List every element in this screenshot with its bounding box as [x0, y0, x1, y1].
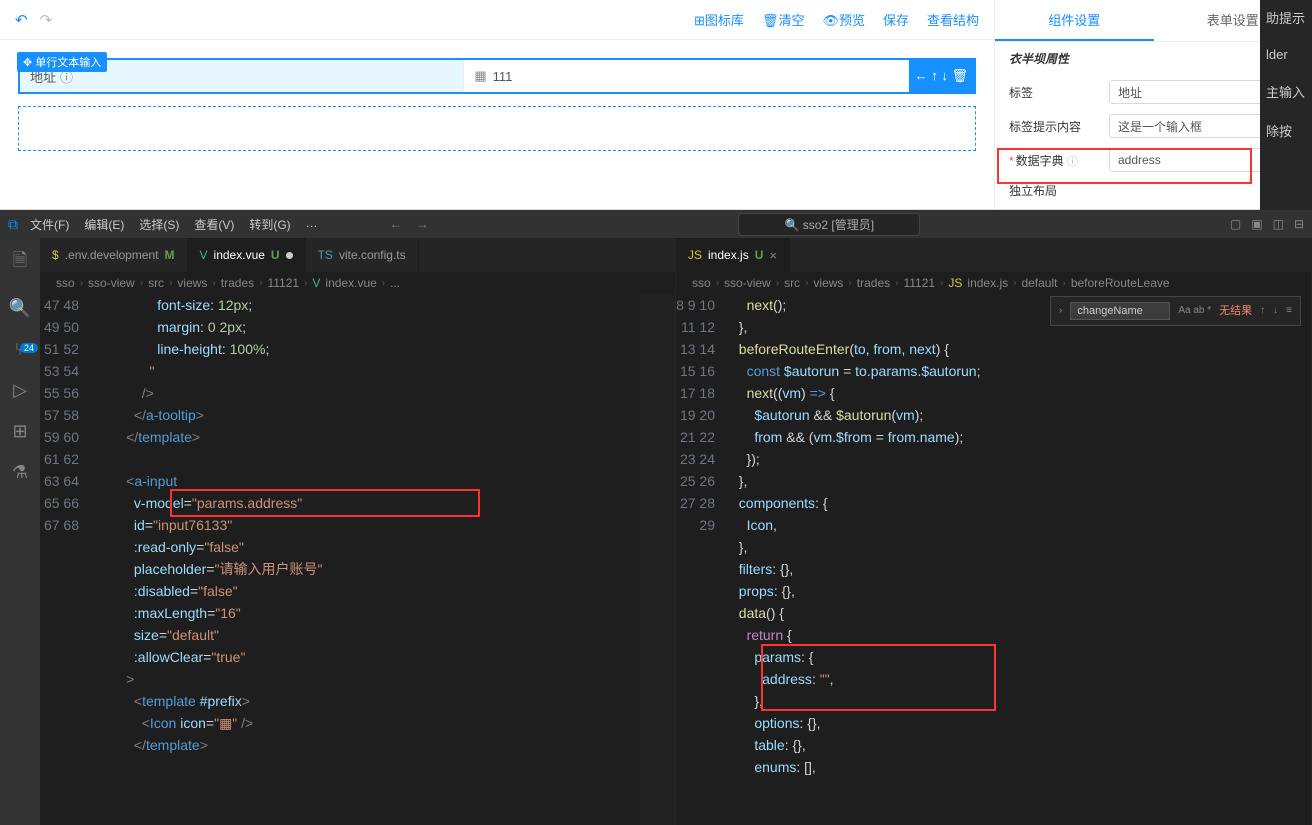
nav-arrows: ← →: [390, 217, 429, 231]
tabs-right: JSindex.js U ×: [676, 238, 1311, 272]
preview-button[interactable]: 👁预览: [822, 10, 865, 29]
strip-text: 主输入: [1266, 82, 1306, 101]
form-row-selected[interactable]: ✥ 单行文本输入 地址 ⓘ ▦ 111 ← ↑ ↓ 🗑: [18, 58, 976, 94]
design-canvas[interactable]: ✥ 单行文本输入 地址 ⓘ ▦ 111 ← ↑ ↓ 🗑: [0, 40, 994, 209]
search-icon[interactable]: 🔍: [9, 298, 31, 319]
drop-zone[interactable]: [18, 106, 976, 151]
menu-select[interactable]: 选择(S): [133, 213, 185, 236]
menu-edit[interactable]: 编辑(E): [78, 213, 130, 236]
strip-text: 除按: [1266, 121, 1306, 140]
nav-back-icon[interactable]: ←: [390, 217, 402, 231]
design-main: ↶ ↷ ⊞图标库 🗑清空 👁预览 保存 查看结构 ✥ 单行文本输入 地址 ⓘ ▦: [0, 0, 994, 209]
tab-vite-config[interactable]: TSvite.config.ts: [306, 238, 419, 272]
menu-more[interactable]: …: [300, 213, 324, 236]
search-box[interactable]: 🔍 sso2 [管理员]: [738, 213, 920, 236]
prop-dict-text: *数据字典 ⓘ: [1009, 152, 1099, 169]
redo-icon[interactable]: ↷: [40, 11, 53, 29]
titlebar: ⧉ 文件(F) 编辑(E) 选择(S) 查看(V) 转到(G) … ← → 🔍 …: [0, 210, 1312, 238]
menu-goto[interactable]: 转到(G): [243, 213, 296, 236]
gutter: 8 9 10 11 12 13 14 15 16 17 18 19 20 21 …: [676, 294, 731, 825]
breadcrumb-left[interactable]: sso› sso-view› src› views› trades› 11121…: [40, 272, 675, 294]
editor-pane-left: $.env.development M Vindex.vue U TSvite.…: [40, 238, 676, 825]
section-title: 衣半坝周性: [1009, 50, 1069, 67]
tab-component-settings[interactable]: 组件设置: [995, 0, 1154, 41]
component-type-badge: ✥ 单行文本输入: [17, 52, 107, 72]
vscode-icon: ⧉: [8, 216, 18, 233]
debug-icon[interactable]: ▷: [13, 380, 27, 401]
field-icon: ▦: [474, 68, 486, 84]
test-icon[interactable]: ⚗: [12, 462, 28, 483]
clear-button[interactable]: 🗑清空: [762, 10, 805, 29]
breadcrumb-right[interactable]: sso› sso-view› src› views› trades› 11121…: [676, 272, 1311, 294]
right-dark-strip: 助提示 lder 主输入 除按: [1260, 0, 1312, 210]
menu-file[interactable]: 文件(F): [24, 213, 75, 236]
undo-icon[interactable]: ↶: [15, 11, 28, 29]
code-content-right[interactable]: next(); }, beforeRouteEnter(to, from, ne…: [731, 294, 1311, 825]
cell-label: 111: [493, 69, 513, 84]
nav-forward-icon[interactable]: →: [417, 217, 429, 231]
extensions-icon[interactable]: ⊞: [12, 421, 27, 442]
layout-icon[interactable]: ▣: [1251, 217, 1262, 231]
minimap[interactable]: [640, 294, 675, 825]
prop-indep-text: 独立布局: [1009, 182, 1099, 199]
strip-text: 助提示: [1266, 8, 1306, 27]
workarea: 🗎 🔍 ⑂ 24 ▷ ⊞ ⚗ $.env.development M Vinde…: [0, 238, 1312, 825]
close-icon[interactable]: ×: [769, 248, 777, 263]
gutter: 47 48 49 50 51 52 53 54 55 56 57 58 59 6…: [40, 294, 95, 825]
info-icon: ⓘ: [1067, 156, 1078, 168]
tab-index-js[interactable]: JSindex.js U ×: [676, 238, 790, 272]
editor-pane-right: JSindex.js U × sso› sso-view› src› views…: [676, 238, 1312, 825]
tabs-left: $.env.development M Vindex.vue U TSvite.…: [40, 238, 675, 272]
tab-env[interactable]: $.env.development M: [40, 238, 188, 272]
prop-label-text: 标签: [1009, 84, 1099, 101]
vscode-window: ⧉ 文件(F) 编辑(E) 选择(S) 查看(V) 转到(G) … ← → 🔍 …: [0, 210, 1312, 825]
icon-library-button[interactable]: ⊞图标库: [694, 10, 744, 29]
design-toolbar: ↶ ↷ ⊞图标库 🗑清空 👁预览 保存 查看结构: [0, 0, 994, 40]
code-area-left[interactable]: 47 48 49 50 51 52 53 54 55 56 57 58 59 6…: [40, 294, 675, 825]
layout-icon[interactable]: ▢: [1230, 217, 1241, 231]
layout-icon[interactable]: ◫: [1273, 217, 1284, 231]
code-content-left[interactable]: font-size: 12px; margin: 0 2px; line-hei…: [95, 294, 675, 825]
layout-icon[interactable]: ⊟: [1294, 217, 1304, 231]
activity-bar: 🗎 🔍 ⑂ 24 ▷ ⊞ ⚗: [0, 238, 40, 825]
view-structure-button[interactable]: 查看结构: [927, 10, 979, 29]
explorer-icon[interactable]: 🗎: [13, 248, 27, 278]
layout-icons: ▢ ▣ ◫ ⊟: [1230, 217, 1304, 231]
scm-badge: 24: [20, 343, 38, 353]
strip-text: lder: [1266, 47, 1306, 62]
save-button[interactable]: 保存: [883, 10, 909, 29]
tab-index-vue[interactable]: Vindex.vue U: [188, 238, 306, 272]
menu-view[interactable]: 查看(V): [188, 213, 240, 236]
form-cell-two[interactable]: ▦ 111: [464, 60, 908, 92]
prop-hint-text: 标签提示内容: [1009, 118, 1099, 135]
menu-bar: 文件(F) 编辑(E) 选择(S) 查看(V) 转到(G) …: [24, 213, 324, 236]
title-search[interactable]: 🔍 sso2 [管理员]: [435, 213, 1224, 236]
code-area-right[interactable]: › Aa ab * 无结果 ↑ ↓ ≡ 8 9 10 11 12 13 14 1…: [676, 294, 1311, 825]
form-designer: ↶ ↷ ⊞图标库 🗑清空 👁预览 保存 查看结构 ✥ 单行文本输入 地址 ⓘ ▦: [0, 0, 1312, 210]
editors: $.env.development M Vindex.vue U TSvite.…: [40, 238, 1312, 825]
row-actions[interactable]: ← ↑ ↓ 🗑: [909, 60, 974, 92]
modified-dot-icon: [286, 252, 293, 259]
